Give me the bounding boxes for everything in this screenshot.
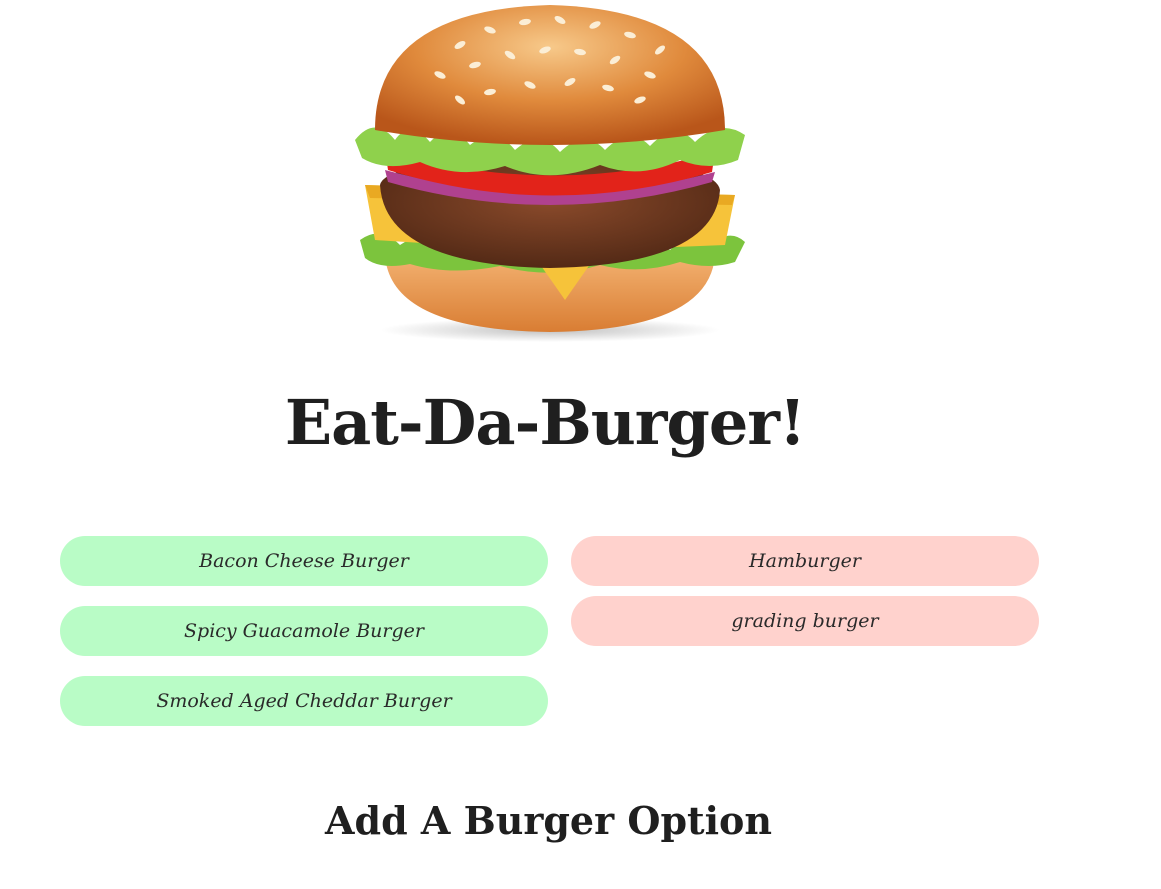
hamburger-illustration	[340, 0, 760, 345]
devour-button-smoked-aged-cheddar-burger[interactable]: Smoked Aged Cheddar Burger	[60, 676, 548, 726]
devour-button-bacon-cheese-burger[interactable]: Bacon Cheese Burger	[60, 536, 548, 586]
devour-button-spicy-guacamole-burger[interactable]: Spicy Guacamole Burger	[60, 606, 548, 656]
devoured-burgers-list: Hamburger grading burger	[571, 536, 1039, 656]
available-burgers-list: Bacon Cheese Burger Spicy Guacamole Burg…	[60, 536, 548, 746]
page-title: Eat-Da-Burger!	[284, 386, 806, 459]
add-burger-heading: Add A Burger Option	[325, 798, 772, 843]
devoured-item-hamburger[interactable]: Hamburger	[571, 536, 1039, 586]
devoured-item-grading-burger[interactable]: grading burger	[571, 596, 1039, 646]
